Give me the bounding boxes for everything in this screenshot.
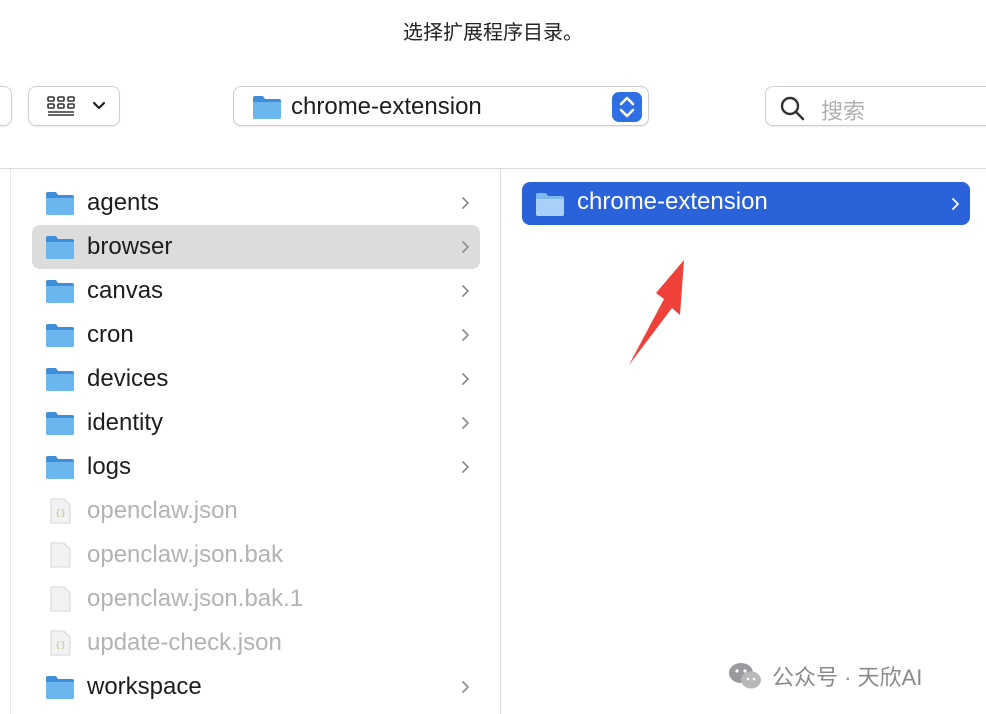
chevron-right-icon	[462, 373, 469, 385]
item-label: logs	[87, 453, 132, 480]
search-icon	[780, 96, 805, 121]
dialog-title: 选择扩展程序目录。	[403, 22, 583, 44]
list-item: {} update-check.json	[32, 621, 480, 665]
list-item: {} openclaw.json	[32, 489, 480, 533]
item-label: agents	[87, 189, 160, 216]
folder-icon	[46, 280, 74, 303]
folder-icon	[536, 193, 564, 216]
item-label: openclaw.json.bak.1	[87, 585, 304, 612]
location-stepper[interactable]	[612, 92, 642, 122]
item-label: canvas	[87, 277, 164, 304]
item-label: update-check.json	[87, 629, 282, 656]
chevron-right-icon	[462, 329, 469, 341]
toolbar-divider	[0, 168, 986, 169]
list-item[interactable]: chrome-extension	[522, 182, 970, 225]
svg-text:{}: {}	[55, 641, 66, 651]
sidebar-edge	[10, 169, 11, 714]
search-placeholder: 搜索	[821, 99, 866, 124]
folder-icon	[46, 192, 74, 215]
watermark-text: 公众号 · 天欣AI	[772, 665, 923, 690]
list-item: openclaw.json.bak.1	[32, 577, 480, 621]
item-label: chrome-extension	[577, 188, 768, 215]
chevron-down-icon	[92, 101, 106, 110]
folder-icon	[253, 96, 281, 119]
folder-icon	[46, 676, 74, 699]
item-label: openclaw.json.bak	[87, 541, 284, 568]
chevron-right-icon	[462, 417, 469, 429]
file-icon	[50, 586, 71, 612]
folder-icon	[46, 412, 74, 435]
list-item[interactable]: agents	[32, 181, 480, 225]
search-field[interactable]: 搜索	[765, 86, 986, 126]
file-icon	[50, 542, 71, 568]
list-item[interactable]: devices	[32, 357, 480, 401]
list-item[interactable]: canvas	[32, 269, 480, 313]
list-item[interactable]: logs	[32, 445, 480, 489]
browser-column-2: chrome-extension	[522, 182, 970, 225]
list-item[interactable]: browser	[32, 225, 480, 269]
column-divider	[500, 169, 501, 714]
item-label: openclaw.json	[87, 497, 238, 524]
item-label: cron	[87, 321, 134, 348]
json-file-icon: {}	[50, 630, 71, 656]
item-label: browser	[87, 233, 173, 260]
chevron-right-icon	[952, 198, 959, 210]
folder-icon	[46, 236, 74, 259]
item-label: devices	[87, 365, 169, 392]
watermark: 公众号 · 天欣AI	[728, 660, 922, 692]
location-popup-button[interactable]: chrome-extension	[233, 86, 649, 126]
chevron-right-icon	[462, 197, 469, 209]
back-button[interactable]	[0, 86, 12, 126]
chevron-right-icon	[462, 461, 469, 473]
chevron-up-down-icon	[619, 96, 635, 118]
item-label: identity	[87, 409, 164, 436]
chevron-right-icon	[462, 681, 469, 693]
folder-icon	[46, 368, 74, 391]
chevron-right-icon	[462, 285, 469, 297]
folder-icon	[46, 324, 74, 347]
list-item[interactable]: cron	[32, 313, 480, 357]
json-file-icon: {}	[50, 498, 71, 524]
wechat-icon	[729, 663, 761, 689]
chevron-right-icon	[462, 241, 469, 253]
annotation-arrow-icon	[629, 260, 684, 365]
list-item[interactable]: workspace	[32, 665, 480, 709]
list-item: openclaw.json.bak	[32, 533, 480, 577]
list-item[interactable]: identity	[32, 401, 480, 445]
folder-icon	[46, 456, 74, 479]
svg-text:{}: {}	[55, 509, 66, 519]
view-options-button[interactable]	[28, 86, 120, 126]
location-label: chrome-extension	[291, 93, 482, 120]
grid-view-icon	[47, 96, 75, 116]
item-label: workspace	[87, 673, 202, 700]
browser-column-1: agents browser canvas cron devices identity lo…	[32, 181, 480, 709]
